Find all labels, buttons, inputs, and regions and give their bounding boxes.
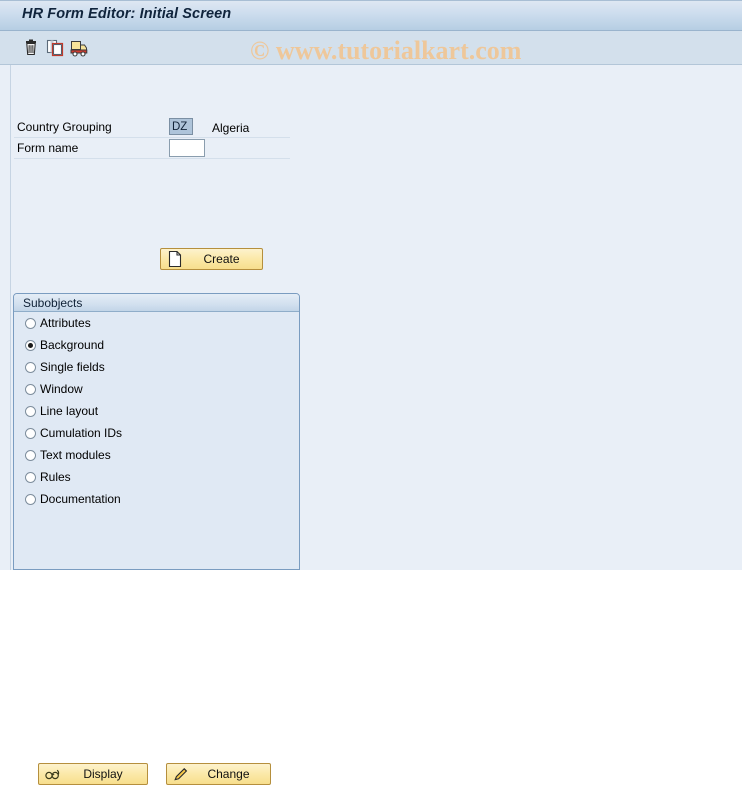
radio-option-single-fields[interactable]: Single fields (14, 357, 299, 379)
pencil-icon (172, 765, 190, 783)
country-grouping-label: Country Grouping (17, 120, 112, 134)
form-name-row: Form name (14, 138, 290, 159)
radio-circle-icon (25, 472, 36, 483)
radio-circle-icon (25, 318, 36, 329)
radio-option-rules[interactable]: Rules (14, 467, 299, 489)
radio-option-attributes[interactable]: Attributes (14, 313, 299, 335)
subobjects-panel-header: Subobjects (14, 294, 299, 312)
country-grouping-row: Country Grouping Algeria (14, 117, 290, 138)
radio-label: Cumulation IDs (40, 426, 122, 440)
glasses-icon (44, 765, 62, 783)
delete-icon[interactable] (20, 37, 42, 59)
row-divider (14, 158, 290, 159)
display-button[interactable]: Display (38, 763, 148, 785)
application-window: HR Form Editor: Initial Screen (0, 0, 742, 570)
country-grouping-description: Algeria (212, 121, 249, 135)
create-button-label: Create (185, 252, 258, 266)
content-left-divider (10, 65, 11, 570)
radio-label: Documentation (40, 492, 121, 506)
form-name-label: Form name (17, 141, 78, 155)
radio-option-background[interactable]: Background (14, 335, 299, 357)
radio-label: Background (40, 338, 104, 352)
radio-circle-icon (25, 428, 36, 439)
copy-icon[interactable] (44, 37, 66, 59)
radio-label: Line layout (40, 404, 98, 418)
radio-option-text-modules[interactable]: Text modules (14, 445, 299, 467)
radio-circle-icon (25, 494, 36, 505)
display-button-label: Display (63, 767, 143, 781)
page-title: HR Form Editor: Initial Screen (22, 6, 231, 22)
radio-option-line-layout[interactable]: Line layout (14, 401, 299, 423)
new-document-icon (166, 250, 184, 268)
create-button[interactable]: Create (160, 248, 263, 270)
subobjects-title: Subobjects (23, 296, 82, 310)
subobjects-radio-group: Attributes Background Single fields Wind… (14, 313, 299, 511)
radio-option-window[interactable]: Window (14, 379, 299, 401)
subobjects-panel: Subobjects Attributes Background Single … (13, 293, 300, 570)
radio-label: Text modules (40, 448, 111, 462)
radio-option-documentation[interactable]: Documentation (14, 489, 299, 511)
radio-label: Rules (40, 470, 71, 484)
change-button-label: Change (191, 767, 266, 781)
radio-label: Attributes (40, 316, 91, 330)
radio-label: Window (40, 382, 83, 396)
radio-circle-icon (25, 406, 36, 417)
radio-circle-icon (25, 450, 36, 461)
radio-circle-icon (25, 384, 36, 395)
form-name-input[interactable] (169, 139, 205, 157)
country-grouping-input[interactable] (169, 118, 193, 135)
transport-icon[interactable] (68, 37, 90, 59)
change-button[interactable]: Change (166, 763, 271, 785)
radio-circle-icon (25, 362, 36, 373)
radio-option-cumulation-ids[interactable]: Cumulation IDs (14, 423, 299, 445)
watermark-text: © www.tutorialkart.com (250, 36, 521, 66)
main-content: Country Grouping Algeria Form name Creat… (0, 65, 742, 570)
title-bar: HR Form Editor: Initial Screen (0, 0, 742, 31)
radio-circle-icon (25, 340, 36, 351)
radio-label: Single fields (40, 360, 105, 374)
